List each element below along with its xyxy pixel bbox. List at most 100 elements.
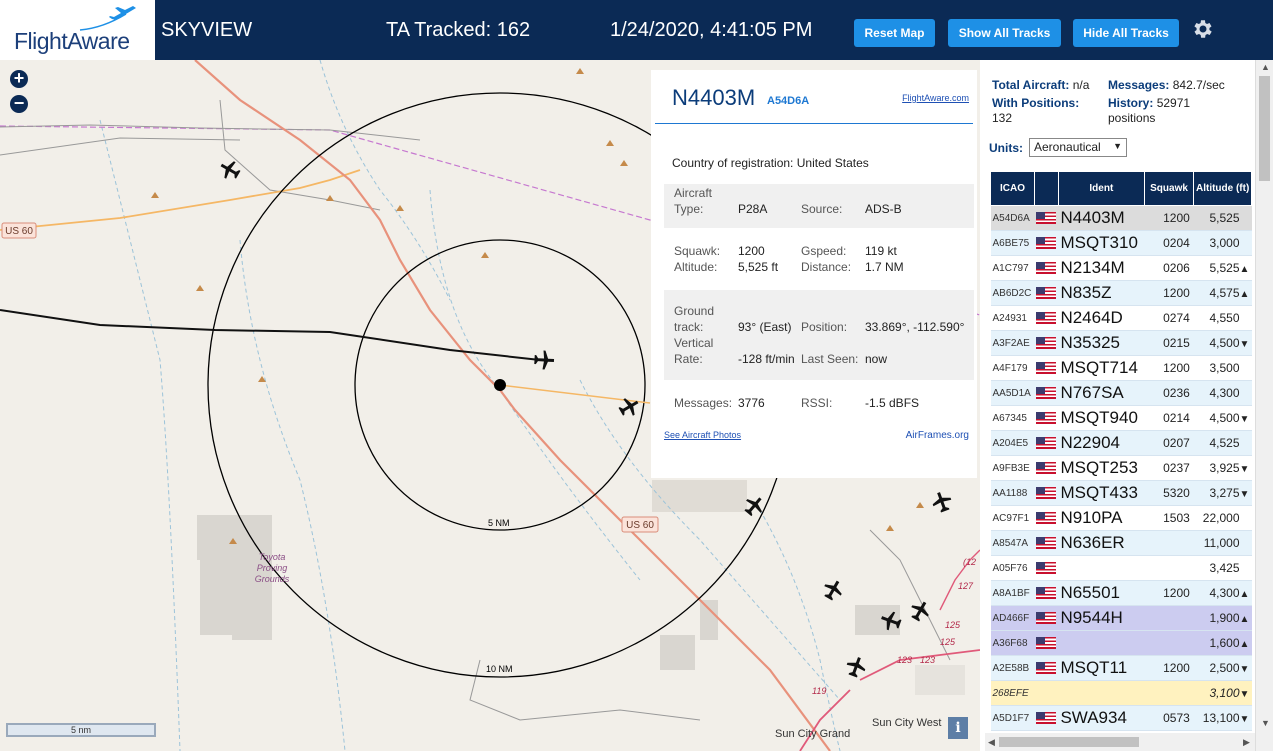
scroll-down-icon[interactable]: ▼ [1261, 718, 1270, 728]
source-label: Source: [801, 202, 843, 216]
us-flag-icon [1036, 661, 1057, 674]
altitude-trend-icon: ▲ [1239, 639, 1250, 650]
row-flag [1034, 405, 1059, 431]
table-row[interactable]: A4F179 MSQT714 1200 3,500 [990, 355, 1252, 381]
row-flag [1034, 330, 1059, 356]
row-icao: A54D6A [990, 205, 1035, 231]
table-row[interactable]: A5D1F7 SWA934 0573 13,100▼ [990, 705, 1252, 731]
zoom-out-button[interactable]: − [10, 94, 28, 113]
ground-track-label: Ground [674, 304, 715, 318]
row-ident: N65501 [1058, 580, 1145, 606]
table-row[interactable]: A24931 N2464D 0274 4,550 [990, 305, 1252, 331]
col-altitude[interactable]: Altitude (ft) [1193, 171, 1252, 206]
ground-track-value: 93° (East) [738, 320, 792, 334]
urban-area [200, 555, 240, 635]
table-row[interactable]: A1C797 N2134M 0206 5,525▲ [990, 255, 1252, 281]
row-squawk: 0215 [1144, 330, 1194, 356]
table-row[interactable]: A36F68 1,600▲ [990, 630, 1252, 656]
table-row[interactable]: 268EFE 3,100▼ [990, 680, 1252, 706]
vertical-scroll-thumb[interactable] [1259, 76, 1270, 181]
table-row[interactable]: AB6D2C N835Z 1200 4,575▲ [990, 280, 1252, 306]
row-flag [1034, 305, 1059, 331]
altitude-value: 4,300 [1209, 586, 1240, 600]
aircraft-photos-link[interactable]: See Aircraft Photos [664, 430, 741, 440]
vertical-scrollbar[interactable]: ▲ ▼ [1255, 60, 1273, 751]
table-row[interactable]: AC97F1 N910PA 1503 22,000 [990, 505, 1252, 531]
position-label: Position: [801, 320, 848, 334]
aircraft-table: ICAO Ident Squawk Altitude (ft) A54D6A N4… [990, 171, 1252, 751]
row-icao: AB6D2C [990, 280, 1035, 306]
table-row[interactable]: A8547A N636ER 11,000 [990, 530, 1252, 556]
history-value: 52971 [1156, 96, 1191, 110]
table-row[interactable]: AA5D1A N767SA 0236 4,300 [990, 380, 1252, 406]
us-flag-icon [1036, 211, 1057, 224]
reset-map-button[interactable]: Reset Map [854, 19, 935, 47]
us-flag-icon [1036, 311, 1057, 324]
row-squawk [1144, 555, 1194, 581]
row-icao: 268EFE [990, 680, 1035, 706]
info-button[interactable]: i [948, 717, 968, 739]
table-row[interactable]: A6BE75 MSQT310 0204 3,000 [990, 230, 1252, 256]
scroll-left-icon[interactable]: ◀ [988, 737, 995, 748]
horizontal-scroll-thumb[interactable] [999, 737, 1139, 747]
urban-area [915, 665, 965, 695]
row-flag [1034, 380, 1059, 406]
table-row[interactable]: A05F76 3,425 [990, 555, 1252, 581]
altitude-value: 5,525 [1209, 261, 1240, 275]
gspeed-label: Gspeed: [801, 244, 847, 258]
aircraft-icon [824, 580, 842, 601]
altitude-value: 13,100 [1202, 711, 1240, 725]
table-row[interactable]: A2E58B MSQT11 1200 2,500▼ [990, 655, 1252, 681]
squawk-altitude-block: Squawk: 1200 Gspeed: 119 kt Altitude: 5,… [664, 236, 974, 280]
row-ident: SWA934 [1058, 705, 1145, 731]
show-all-tracks-button[interactable]: Show All Tracks [948, 19, 1061, 47]
table-row[interactable]: AD466F N9544H 1,900▲ [990, 605, 1252, 631]
us-flag-icon [1036, 611, 1057, 624]
altitude-value: 2,500 [1209, 661, 1240, 675]
source-value: ADS-B [865, 202, 902, 216]
gear-icon[interactable] [1190, 17, 1214, 41]
airframes-link[interactable]: AirFrames.org [906, 430, 969, 441]
svg-text:123: 123 [897, 655, 912, 665]
table-row[interactable]: A3F2AE N35325 0215 4,500▼ [990, 330, 1252, 356]
scroll-right-icon[interactable]: ▶ [1243, 737, 1250, 748]
table-row[interactable]: A54D6A N4403M 1200 5,525 [990, 205, 1252, 231]
altitude-trend-icon: ▼ [1239, 414, 1250, 425]
total-aircraft-label: Total Aircraft: [992, 78, 1070, 92]
table-row[interactable]: A204E5 N22904 0207 4,525 [990, 430, 1252, 456]
aircraft-icon [846, 657, 866, 678]
col-ident[interactable]: Ident [1057, 171, 1145, 206]
svg-text:125: 125 [945, 620, 961, 630]
us-flag-icon [1036, 236, 1057, 249]
zoom-in-button[interactable]: + [10, 69, 28, 88]
last-seen-label: Last Seen: [801, 352, 859, 366]
altitude-value: 4,500 [1209, 411, 1240, 425]
col-icao[interactable]: ICAO [990, 171, 1035, 206]
table-row[interactable]: A67345 MSQT940 0214 4,500▼ [990, 405, 1252, 431]
hide-all-tracks-button[interactable]: Hide All Tracks [1073, 19, 1179, 47]
altitude-trend-icon: ▲ [1239, 264, 1250, 275]
units-select[interactable]: Aeronautical ▼ [1029, 138, 1127, 157]
row-squawk: 1200 [1144, 355, 1194, 381]
table-row[interactable]: A9FB3E MSQT253 0237 3,925▼ [990, 455, 1252, 481]
table-row[interactable]: A8A1BF N65501 1200 4,300▲ [990, 580, 1252, 606]
row-icao: AC97F1 [990, 505, 1035, 531]
col-flag[interactable] [1033, 171, 1059, 206]
row-flag [1034, 630, 1059, 656]
col-squawk[interactable]: Squawk [1143, 171, 1195, 206]
distance-value: 1.7 NM [865, 260, 904, 274]
country-of-registration: Country of registration: United States [672, 156, 869, 170]
row-squawk: 0206 [1144, 255, 1194, 281]
flightaware-link[interactable]: FlightAware.com [902, 93, 969, 103]
row-ident: MSQT310 [1058, 230, 1145, 256]
flightaware-logo[interactable]: FlightAware [0, 0, 155, 60]
horizontal-scrollbar[interactable]: ◀ ▶ [985, 733, 1255, 751]
svg-text:(12: (12 [963, 557, 976, 567]
altitude-trend-icon: ▼ [1239, 714, 1250, 725]
row-icao: A1C797 [990, 255, 1035, 281]
svg-text:US 60: US 60 [5, 226, 33, 237]
aircraft-type-label: Aircraft [674, 186, 713, 200]
table-row[interactable]: AA1188 MSQT433 5320 3,275▼ [990, 480, 1252, 506]
row-altitude: 4,525 [1193, 430, 1252, 456]
scroll-up-icon[interactable]: ▲ [1261, 62, 1270, 72]
